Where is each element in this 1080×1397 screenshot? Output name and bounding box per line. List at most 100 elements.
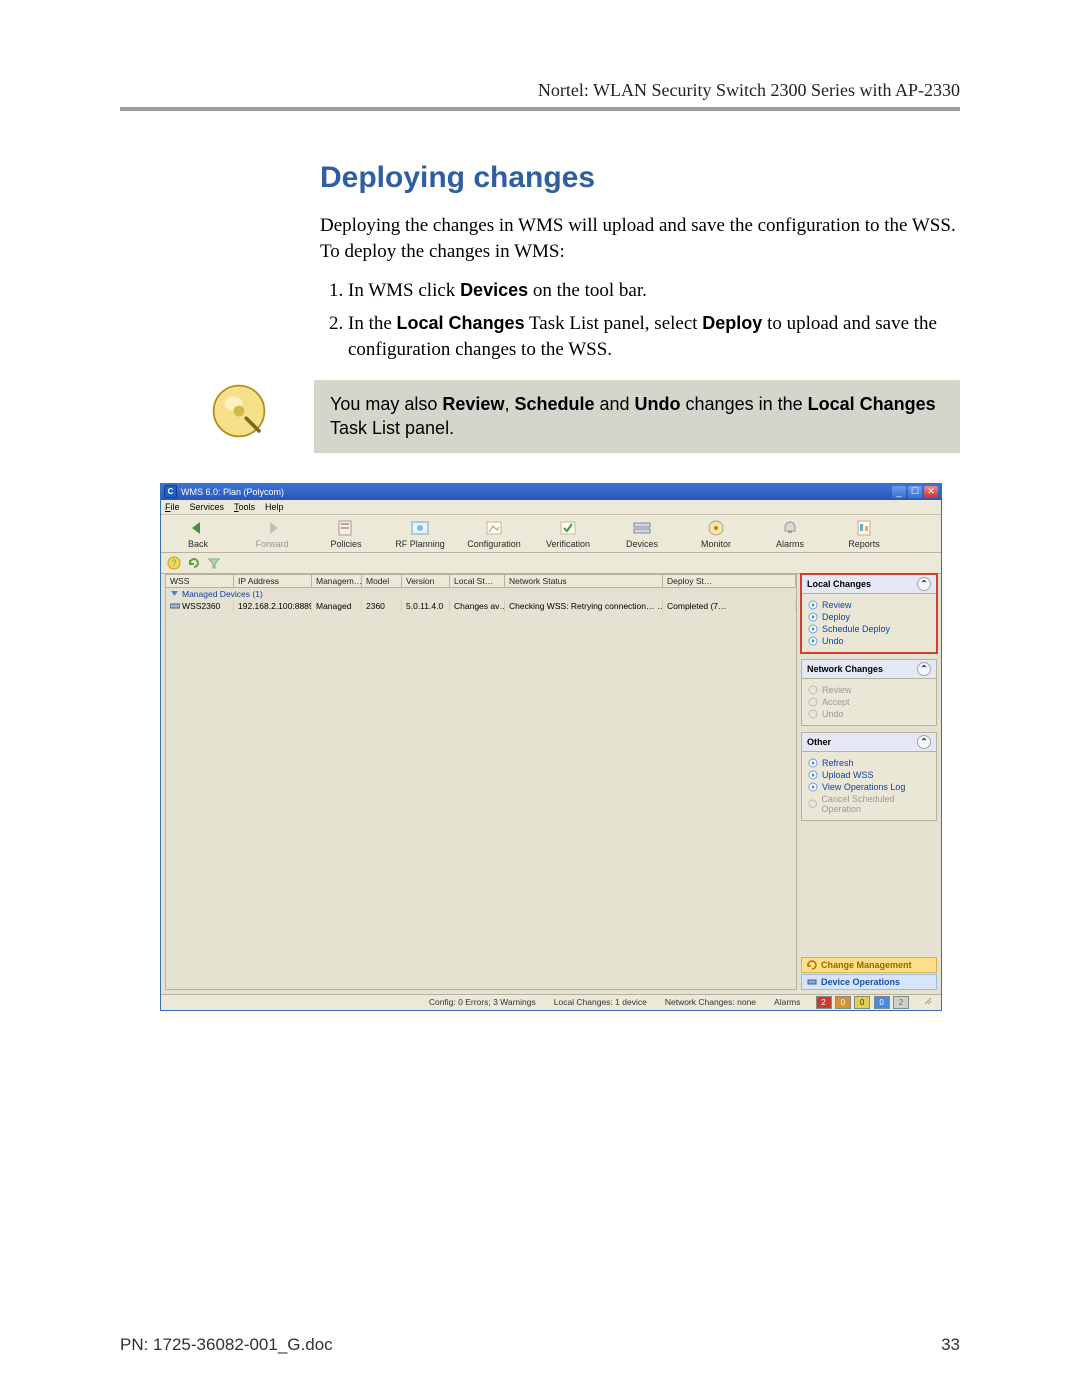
note-bold-schedule: Schedule	[514, 394, 594, 414]
led-other[interactable]: 2	[893, 996, 909, 1009]
cell-local: Changes av…	[450, 600, 505, 612]
cell-network: Checking WSS: Retrying connection… …	[505, 600, 663, 612]
policies-label: Policies	[330, 539, 361, 549]
app-icon: C	[164, 485, 177, 498]
task-viewlog[interactable]: View Operations Log	[808, 782, 930, 792]
status-local: Local Changes: 1 device	[550, 997, 651, 1007]
devices-grid[interactable]: WSS IP Address Managem… Model Version Lo…	[165, 574, 797, 990]
configuration-button[interactable]: Configuration	[457, 515, 531, 552]
task-deploy-label: Deploy	[822, 612, 850, 622]
step-2-bold-2: Deploy	[702, 313, 762, 333]
refresh-icon[interactable]	[187, 556, 201, 570]
menu-tools[interactable]: Tools	[234, 502, 255, 512]
minimize-button[interactable]: _	[892, 486, 906, 498]
page-header: Nortel: WLAN Security Switch 2300 Series…	[120, 80, 960, 107]
task-net-undo-label: Undo	[822, 709, 844, 719]
sub-toolbar: ?	[161, 553, 941, 574]
task-net-undo: Undo	[808, 709, 930, 719]
menubar: File Services Tools Help	[161, 500, 941, 515]
task-schedule-label: Schedule Deploy	[822, 624, 890, 634]
dot-icon	[808, 709, 818, 719]
task-viewlog-label: View Operations Log	[822, 782, 905, 792]
task-review-label: Review	[822, 600, 852, 610]
group-row[interactable]: Managed Devices (1)	[166, 588, 796, 600]
close-button[interactable]: ✕	[924, 486, 938, 498]
task-deploy[interactable]: Deploy	[808, 612, 930, 622]
col-model[interactable]: Model	[362, 575, 402, 587]
arrow-icon	[808, 770, 818, 780]
reports-label: Reports	[848, 539, 880, 549]
device-operations-link[interactable]: Device Operations	[801, 974, 937, 990]
devices-button[interactable]: Devices	[605, 515, 679, 552]
col-local[interactable]: Local St…	[450, 575, 505, 587]
arrow-icon	[808, 600, 818, 610]
note-bold-undo: Undo	[635, 394, 681, 414]
back-button[interactable]: Back	[161, 515, 235, 552]
col-version[interactable]: Version	[402, 575, 450, 587]
cell-deploy: Completed (7…	[663, 600, 796, 612]
col-ip[interactable]: IP Address	[234, 575, 312, 587]
task-schedule[interactable]: Schedule Deploy	[808, 624, 930, 634]
col-mgmt[interactable]: Managem…	[312, 575, 362, 587]
collapse-icon[interactable]: ⌃	[917, 662, 931, 676]
step-1-text-a: In WMS click	[348, 280, 460, 301]
maximize-button[interactable]: ☐	[908, 486, 922, 498]
reports-button[interactable]: Reports	[827, 515, 901, 552]
note-bold-local: Local Changes	[808, 394, 936, 414]
group-label: Managed Devices (1)	[182, 589, 263, 599]
task-net-accept: Accept	[808, 697, 930, 707]
collapse-icon[interactable]: ⌃	[917, 577, 931, 591]
task-review[interactable]: Review	[808, 600, 930, 610]
step-1-bold: Devices	[460, 280, 528, 300]
policies-button[interactable]: Policies	[309, 515, 383, 552]
section-title: Deploying changes	[320, 161, 960, 195]
col-wss[interactable]: WSS	[166, 575, 234, 587]
task-undo[interactable]: Undo	[808, 636, 930, 646]
device-row[interactable]: WSS2360 192.168.2.100:8889 Managed 2360 …	[166, 600, 796, 612]
cell-model: 2360	[362, 600, 402, 612]
menu-services[interactable]: Services	[190, 502, 225, 512]
dot-icon	[808, 685, 818, 695]
arrow-icon	[808, 782, 818, 792]
task-upload[interactable]: Upload WSS	[808, 770, 930, 780]
other-title: Other	[807, 737, 831, 747]
status-config: Config: 0 Errors; 3 Warnings	[425, 997, 540, 1007]
led-major[interactable]: 0	[835, 996, 851, 1009]
monitor-button[interactable]: Monitor	[679, 515, 753, 552]
rf-planning-button[interactable]: RF Planning	[383, 515, 457, 552]
led-minor[interactable]: 0	[854, 996, 870, 1009]
alarms-label: Alarms	[776, 539, 804, 549]
filter-icon[interactable]	[207, 556, 221, 570]
led-info[interactable]: 0	[874, 996, 890, 1009]
help-icon[interactable]: ?	[167, 556, 181, 570]
device-icon	[170, 602, 180, 610]
step-1: In WMS click Devices on the tool bar.	[348, 278, 960, 305]
devices-label: Devices	[626, 539, 658, 549]
led-critical[interactable]: 2	[816, 996, 832, 1009]
task-net-review: Review	[808, 685, 930, 695]
alarms-button[interactable]: Alarms	[753, 515, 827, 552]
task-refresh[interactable]: Refresh	[808, 758, 930, 768]
note-text-e: and	[595, 394, 635, 414]
col-network[interactable]: Network Status	[505, 575, 663, 587]
titlebar[interactable]: C WMS 6.0: Plan (Polycom) _ ☐ ✕	[161, 484, 941, 500]
task-refresh-label: Refresh	[822, 758, 854, 768]
svg-text:?: ?	[171, 558, 176, 568]
verification-button[interactable]: Verification	[531, 515, 605, 552]
change-mgmt-label: Change Management	[821, 960, 912, 970]
resize-grip-icon[interactable]	[919, 996, 937, 1008]
step-2-bold-1: Local Changes	[397, 313, 525, 333]
device-ops-label: Device Operations	[821, 977, 900, 987]
col-deploy[interactable]: Deploy St…	[663, 575, 796, 587]
arrow-icon	[808, 758, 818, 768]
task-net-review-label: Review	[822, 685, 852, 695]
local-changes-panel: Local Changes⌃ Review Deploy Schedule De…	[801, 574, 937, 653]
verify-label: Verification	[546, 539, 590, 549]
collapse-icon[interactable]: ⌃	[917, 735, 931, 749]
change-management-link[interactable]: Change Management	[801, 957, 937, 973]
chevron-down-icon	[170, 589, 179, 598]
forward-button[interactable]: Forward	[235, 515, 309, 552]
menu-file[interactable]: File	[165, 502, 180, 512]
other-panel: Other ⌃ Refresh Upload WSS View Operation…	[801, 732, 937, 821]
menu-help[interactable]: Help	[265, 502, 284, 512]
